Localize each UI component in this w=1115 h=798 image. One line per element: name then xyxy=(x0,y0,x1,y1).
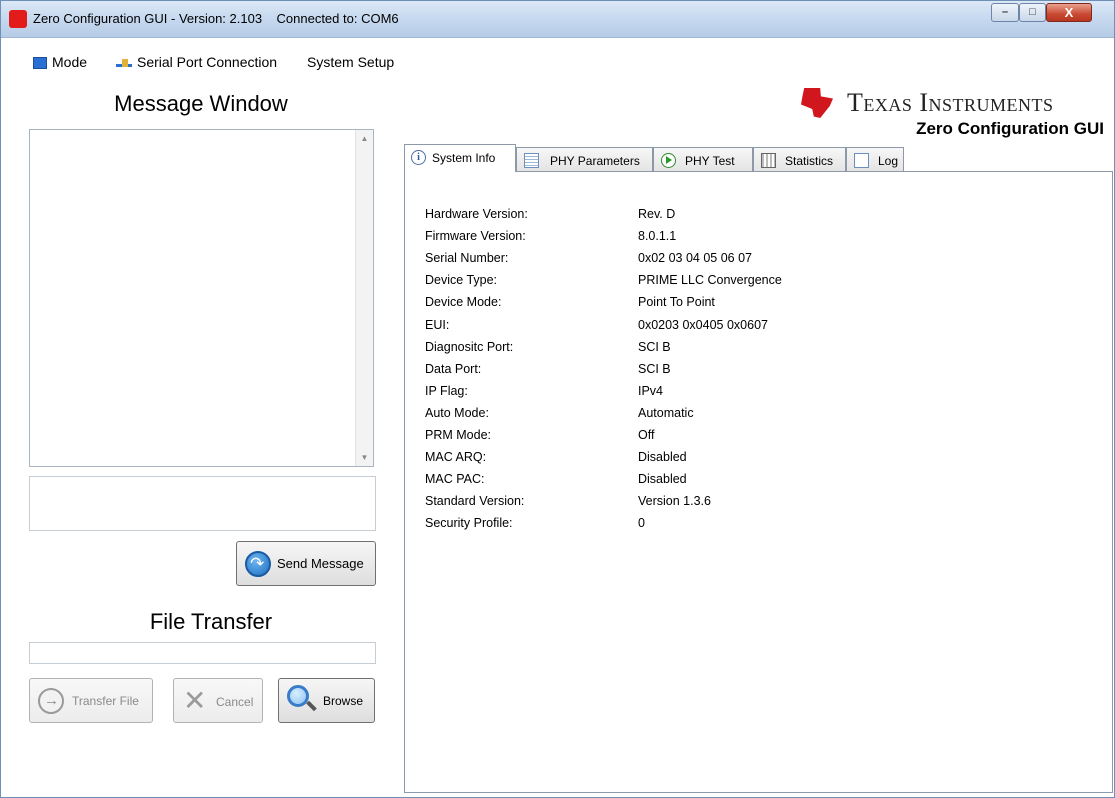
cancel-button[interactable]: ✕ Cancel xyxy=(173,678,263,723)
app-logo-icon xyxy=(9,10,27,28)
tab-system-info[interactable]: i System Info xyxy=(404,144,516,172)
cancel-label: Cancel xyxy=(216,695,254,709)
message-window-title: Message Window xyxy=(114,91,288,116)
window-title: Zero Configuration GUI - Version: 2.103 … xyxy=(33,11,399,26)
info-key: Serial Number: xyxy=(425,251,509,266)
info-key: Hardware Version: xyxy=(425,207,528,221)
info-value: 8.0.1.1 xyxy=(638,229,677,244)
menu-system-setup[interactable]: System Setup xyxy=(307,54,394,70)
log-icon xyxy=(854,153,869,168)
tab-log-label: Log xyxy=(878,154,899,168)
info-key: EUI: xyxy=(425,317,450,332)
info-value: 0x02 03 04 05 06 07 xyxy=(638,251,752,266)
menu-serial-label: Serial Port Connection xyxy=(137,54,278,70)
minimize-icon: – xyxy=(1001,6,1009,18)
play-icon xyxy=(661,153,676,168)
tab-log[interactable]: Log xyxy=(846,147,904,172)
tab-statistics-label: Statistics xyxy=(785,154,834,168)
info-icon: i xyxy=(411,150,426,165)
browse-button[interactable]: Browse xyxy=(278,678,375,723)
calculator-icon xyxy=(761,153,776,168)
menu-system-setup-label: System Setup xyxy=(307,54,395,70)
file-transfer-title: File Transfer xyxy=(149,609,273,634)
tab-phy-parameters[interactable]: PHY Parameters xyxy=(516,147,653,172)
tab-phy-parameters-label: PHY Parameters xyxy=(550,154,640,168)
scroll-down-icon[interactable]: ▼ xyxy=(356,449,373,466)
info-key: MAC ARQ: xyxy=(425,450,487,465)
arrow-right-icon xyxy=(38,688,64,714)
message-input[interactable] xyxy=(29,476,376,531)
info-value: SCI B xyxy=(638,339,671,354)
scroll-up-icon[interactable]: ▲ xyxy=(356,130,373,147)
message-log-area[interactable]: ▲ ▼ xyxy=(29,129,374,467)
title-bar[interactable]: Zero Configuration GUI - Version: 2.103 … xyxy=(1,1,1114,38)
info-value: 0 xyxy=(638,516,645,531)
menu-mode[interactable]: Mode xyxy=(33,54,87,70)
tab-system-info-label: System Info xyxy=(432,151,496,165)
ti-logo-text: Texas Instruments xyxy=(847,88,1054,117)
info-value: Version 1.3.6 xyxy=(638,494,711,509)
tab-statistics[interactable]: Statistics xyxy=(753,147,846,172)
menu-mode-label: Mode xyxy=(52,54,88,70)
info-value: SCI B xyxy=(638,361,671,376)
send-message-label: Send Message xyxy=(277,556,364,571)
app-subtitle: Zero Configuration GUI xyxy=(916,119,1104,138)
document-icon xyxy=(524,153,539,168)
info-key: Device Mode: xyxy=(425,295,502,310)
send-arrow-icon xyxy=(245,551,271,577)
info-key: PRM Mode: xyxy=(425,428,491,442)
monitor-icon xyxy=(33,57,47,69)
system-info-panel: Hardware Version: Rev. D Firmware Version:… xyxy=(404,171,1113,793)
info-value: Rev. D xyxy=(638,207,676,221)
info-key: MAC PAC: xyxy=(425,472,485,487)
maximize-icon: □ xyxy=(1029,6,1036,18)
info-key: Auto Mode: xyxy=(425,405,489,420)
menu-serial-port[interactable]: Serial Port Connection xyxy=(116,54,277,70)
info-key: IP Flag: xyxy=(425,383,468,398)
app-window: Zero Configuration GUI - Version: 2.103 … xyxy=(0,0,1115,798)
transfer-file-button[interactable]: Transfer File xyxy=(29,678,153,723)
info-key: Diagnositc Port: xyxy=(425,339,514,354)
info-value: Off xyxy=(638,428,655,442)
tab-phy-test[interactable]: PHY Test xyxy=(653,147,753,172)
close-button[interactable]: X xyxy=(1046,3,1092,22)
magnifier-handle xyxy=(306,700,317,712)
cancel-x-icon: ✕ xyxy=(183,685,207,716)
file-path-input[interactable] xyxy=(29,642,376,664)
ti-bug-icon xyxy=(801,88,833,118)
info-key: Firmware Version: xyxy=(425,229,526,244)
browse-label: Browse xyxy=(323,694,364,708)
maximize-button[interactable]: □ xyxy=(1019,3,1046,22)
info-value: 0x0203 0x0405 0x0607 xyxy=(638,317,768,332)
info-value: IPv4 xyxy=(638,383,664,398)
info-key: Security Profile: xyxy=(425,516,513,531)
info-value: PRIME LLC Convergence xyxy=(638,273,782,288)
info-key: Standard Version: xyxy=(425,494,525,509)
info-value: Disabled xyxy=(638,472,687,487)
close-icon: X xyxy=(1064,5,1074,20)
transfer-file-label: Transfer File xyxy=(72,694,139,708)
send-message-button[interactable]: Send Message xyxy=(236,541,376,586)
message-scrollbar[interactable]: ▲ ▼ xyxy=(355,130,373,466)
info-value: Point To Point xyxy=(638,295,715,310)
serial-connector-icon xyxy=(116,59,132,69)
info-key: Data Port: xyxy=(425,361,482,376)
info-value: Automatic xyxy=(638,405,694,420)
info-value: Disabled xyxy=(638,450,687,465)
menu-bar: Mode Serial Port Connection System Setup xyxy=(1,38,1114,80)
minimize-button[interactable]: – xyxy=(991,3,1019,22)
tab-phy-test-label: PHY Test xyxy=(685,154,735,168)
info-key: Device Type: xyxy=(425,273,498,288)
